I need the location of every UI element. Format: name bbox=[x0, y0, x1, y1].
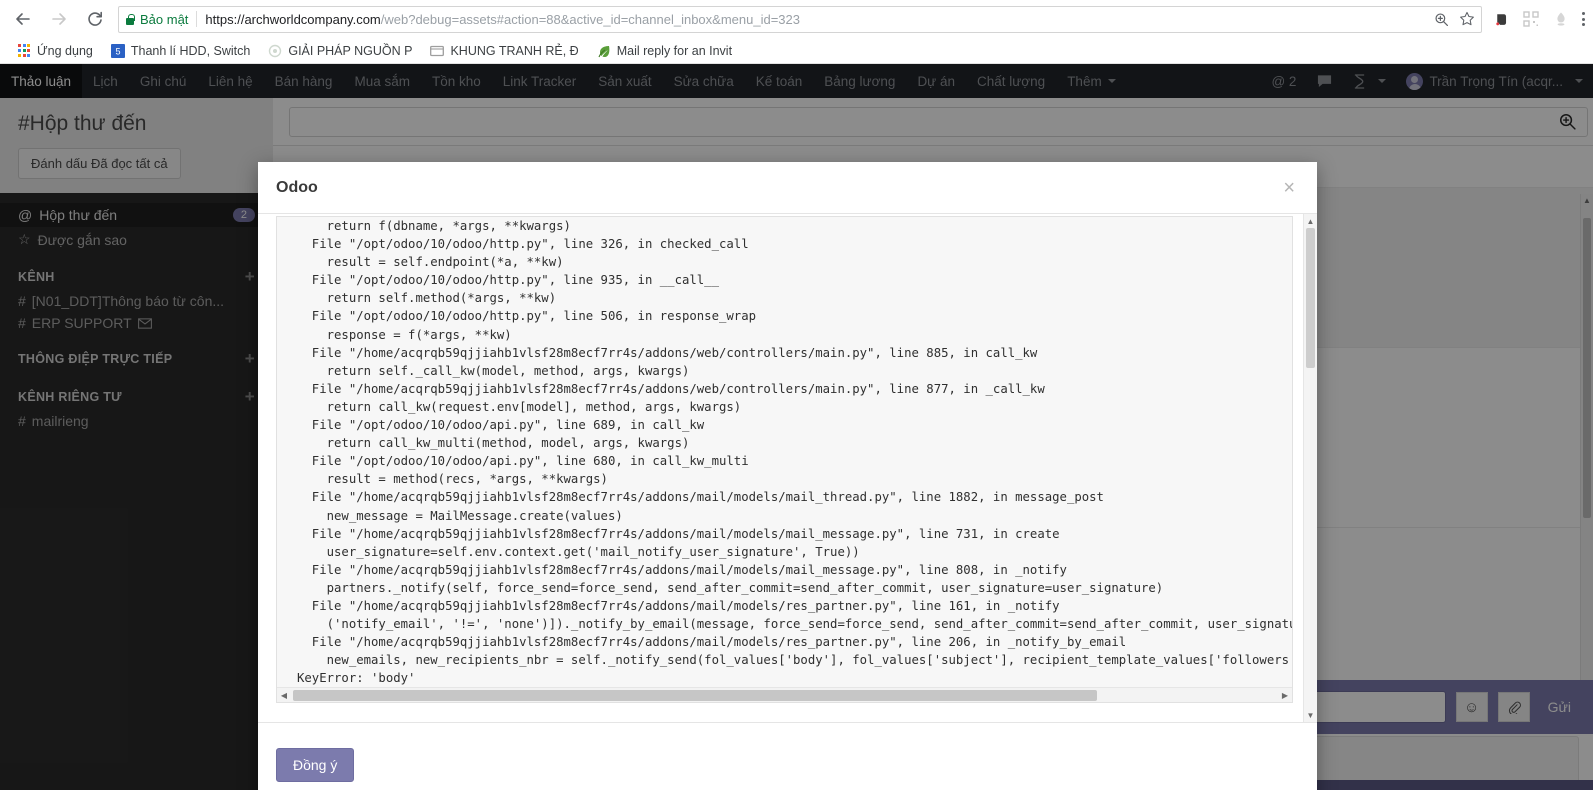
bookmark-label: Mail reply for an Invit bbox=[616, 43, 733, 58]
url-path: /web?debug=assets#action=88&active_id=ch… bbox=[380, 11, 800, 27]
security-label: Bảo mật bbox=[140, 11, 189, 27]
zoom-in-icon[interactable] bbox=[1434, 12, 1449, 27]
ok-button[interactable]: Đồng ý bbox=[276, 747, 355, 782]
star-icon[interactable] bbox=[1459, 11, 1475, 27]
traceback-horizontal-scrollbar[interactable]: ◀ ▶ bbox=[277, 687, 1292, 702]
security-indicator: Bảo mật bbox=[125, 12, 196, 27]
bookmark-item[interactable]: Mail reply for an Invit bbox=[588, 40, 741, 62]
forward-arrow-icon[interactable] bbox=[42, 2, 76, 36]
url-text: https://archworldcompany.com/web?debug=a… bbox=[205, 12, 800, 27]
reload-icon[interactable] bbox=[78, 2, 112, 36]
bookmark-item[interactable]: GIẢI PHÁP NGUỒN P bbox=[259, 40, 421, 62]
kebab-menu-icon[interactable] bbox=[1580, 12, 1593, 26]
address-bar[interactable]: Bảo mật https://archworldcompany.com/web… bbox=[118, 5, 1482, 33]
caret-right-icon[interactable]: ▶ bbox=[1278, 688, 1292, 702]
bookmark-label: Ứng dụng bbox=[37, 43, 93, 58]
svg-text:5: 5 bbox=[115, 46, 120, 56]
caret-up-icon[interactable]: ▲ bbox=[1304, 214, 1317, 228]
browser-toolbar: Bảo mật https://archworldcompany.com/web… bbox=[0, 0, 1593, 38]
traceback-text: return f(dbname, *args, **kwargs) File "… bbox=[297, 219, 1292, 686]
url-host: https://archworldcompany.com bbox=[205, 11, 381, 27]
qr-code-icon[interactable] bbox=[1522, 10, 1540, 28]
bookmark-label: KHUNG TRANH RẺ, Đ bbox=[450, 43, 579, 58]
dialog-footer: Đồng ý bbox=[258, 722, 1317, 790]
lock-icon bbox=[125, 13, 135, 25]
back-arrow-icon[interactable] bbox=[6, 2, 40, 36]
screen: Bảo mật https://archworldcompany.com/web… bbox=[0, 0, 1593, 790]
scrollbar-thumb[interactable] bbox=[1306, 228, 1315, 368]
caret-down-icon[interactable]: ▼ bbox=[1304, 708, 1317, 722]
odoo-application: Thảo luận Lịch Ghi chú Liên hệ Bán hàng … bbox=[0, 64, 1593, 790]
caret-left-icon[interactable]: ◀ bbox=[277, 688, 291, 702]
leaf-icon bbox=[597, 44, 611, 58]
bookmarks-bar: Ứng dụng 5 Thanh lí HDD, Switch GIẢI PHÁ… bbox=[0, 38, 1593, 64]
divider bbox=[196, 11, 198, 27]
bookmark-label: Thanh lí HDD, Switch bbox=[130, 43, 251, 58]
bookmark-item[interactable]: 5 Thanh lí HDD, Switch bbox=[102, 40, 259, 62]
bookmark-label: GIẢI PHÁP NGUỒN P bbox=[288, 43, 413, 58]
circle-icon bbox=[268, 44, 282, 58]
apps-grid-icon bbox=[17, 44, 31, 58]
dialog-scrollbar[interactable]: ▲ ▼ bbox=[1303, 214, 1317, 722]
bookmark-item[interactable]: KHUNG TRANH RẺ, Đ bbox=[421, 40, 587, 62]
browser-extensions bbox=[1488, 10, 1580, 28]
bookmark-apps[interactable]: Ứng dụng bbox=[8, 40, 102, 62]
download-icon[interactable] bbox=[1552, 10, 1570, 28]
scrollbar-track[interactable] bbox=[1304, 228, 1317, 708]
dialog-header: Odoo × bbox=[258, 162, 1317, 214]
traceback-panel: return f(dbname, *args, **kwargs) File "… bbox=[276, 216, 1293, 703]
close-icon[interactable]: × bbox=[1279, 178, 1299, 198]
browser-nav-buttons bbox=[0, 2, 112, 36]
folder-icon bbox=[430, 44, 445, 58]
dialog-title: Odoo bbox=[276, 178, 318, 196]
evernote-icon[interactable] bbox=[1492, 10, 1510, 28]
dialog-body: return f(dbname, *args, **kwargs) File "… bbox=[258, 214, 1317, 722]
blue-square-icon: 5 bbox=[110, 43, 125, 58]
error-dialog: Odoo × return f(dbname, *args, **kwargs)… bbox=[258, 162, 1317, 790]
scrollbar-thumb[interactable] bbox=[293, 690, 1097, 701]
